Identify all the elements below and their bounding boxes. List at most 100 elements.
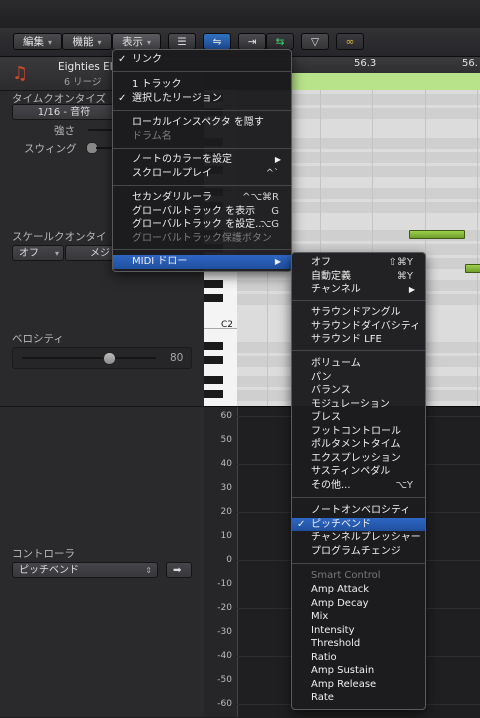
submenu-arrow-icon: ▶ [274, 155, 281, 164]
menu-item-pan[interactable]: パン [292, 371, 425, 385]
menu-shortcut: G [271, 205, 279, 217]
strength-slider[interactable] [88, 129, 112, 131]
region-name: Eighties El [58, 61, 113, 73]
menu-item-surround-lfe[interactable]: サラウンド LFE [292, 333, 425, 347]
menu-item-global-track-settings[interactable]: グローバルトラック を設定... ⌥G [113, 218, 291, 232]
menu-item-label: グローバルトラック を表示 [132, 205, 256, 217]
menu-item-volume[interactable]: ボリューム [292, 357, 425, 371]
menu-item-threshold[interactable]: Threshold [292, 637, 425, 651]
edit-menu-button[interactable]: 編集 ▾ [13, 33, 62, 50]
menu-item-breath[interactable]: ブレス [292, 411, 425, 425]
menu-item-midi-draw[interactable]: MIDI ドロー ▶ [113, 255, 291, 269]
black-key[interactable] [204, 376, 223, 384]
menu-item-label: ポルタメントタイム [311, 439, 401, 450]
axis-label: -10 [217, 579, 232, 589]
menu-item-pitch-bend[interactable]: ✓ ピッチベンド [292, 517, 425, 531]
menu-item-label: ボリューム [311, 358, 361, 369]
menu-item-label: Amp Sustain [311, 665, 375, 676]
menu-item-expression[interactable]: エクスプレッション [292, 452, 425, 466]
catch-button[interactable]: ⇋ [203, 33, 231, 50]
menu-item-channel[interactable]: チャンネル ▶ [292, 283, 425, 297]
menu-item-global-protect: グローバルトラック保護ボタン [113, 232, 291, 246]
menu-item-auto-define[interactable]: 自動定義 ⌘Y [292, 270, 425, 284]
menu-item-show-global-tracks[interactable]: グローバルトラック を表示 G [113, 205, 291, 219]
octave-label: C2 [221, 320, 234, 330]
menu-item-selected-region[interactable]: ✓ 選択したリージョン [113, 92, 291, 106]
axis-label: 30 [220, 483, 232, 493]
menu-item-surround-diversity[interactable]: サラウンドダイバシティ [292, 320, 425, 334]
menu-item-label: ピッチベンド [311, 518, 371, 530]
black-key[interactable] [204, 356, 223, 364]
menu-item-mix[interactable]: Mix [292, 610, 425, 624]
black-key[interactable] [204, 280, 223, 288]
midi-in-icon: ⇥ [247, 36, 257, 48]
menu-item-secondary-ruler[interactable]: セカンダリルーラ ^⌥⌘R [113, 191, 291, 205]
menu-item-program-change[interactable]: プログラムチェンジ [292, 545, 425, 559]
menu-item-label: チャンネル [311, 284, 361, 295]
list-icon: ☰ [177, 36, 187, 48]
menu-item-local-inspector[interactable]: ローカルインスペクタ を隠す [113, 116, 291, 130]
ruler-bar-label: 56. [462, 58, 478, 69]
menu-item-sustain[interactable]: サスティンペダル [292, 465, 425, 479]
menu-item-amp-attack[interactable]: Amp Attack [292, 583, 425, 597]
menu-item-off[interactable]: オフ ⇧⌘Y [292, 256, 425, 270]
menu-item-label: ローカルインスペクタ を隠す [132, 117, 264, 128]
link-button[interactable]: ∞ [336, 33, 364, 50]
menu-item-drum-name: ドラム名 [113, 130, 291, 144]
menu-item-label: エクスプレッション [311, 452, 401, 464]
menu-item-rate[interactable]: Rate [292, 691, 425, 705]
functions-menu-label: 機能 [72, 36, 94, 48]
controller-mode-button[interactable]: ➡ [166, 562, 192, 578]
menu-item-link[interactable]: ✓ リンク [113, 53, 291, 67]
menu-item-amp-release[interactable]: Amp Release [292, 678, 425, 692]
menu-item-label: Mix [311, 611, 329, 622]
midi-out-button[interactable]: ⇆ [266, 33, 294, 50]
menu-separator [113, 185, 291, 186]
swing-slider[interactable] [96, 147, 112, 149]
menu-item-note-color[interactable]: ノートのカラーを設定 ▶ [113, 153, 291, 167]
menu-item-amp-sustain[interactable]: Amp Sustain [292, 664, 425, 678]
velocity-slider-knob[interactable] [103, 352, 116, 365]
menu-item-surround-angle[interactable]: サラウンドアングル [292, 306, 425, 320]
black-key[interactable] [204, 294, 223, 302]
menu-item-amp-decay[interactable]: Amp Decay [292, 597, 425, 611]
menu-item-label: サスティンペダル [311, 466, 391, 477]
controller-value: ピッチベンド [19, 565, 79, 576]
menu-item-channel-pressure[interactable]: チャンネルプレッシャー [292, 531, 425, 545]
filter-button[interactable]: ▽ [301, 33, 329, 50]
menu-item-other[interactable]: その他... ⌥Y [292, 479, 425, 493]
midi-in-button[interactable]: ⇥ [238, 33, 266, 50]
black-key[interactable] [204, 342, 223, 350]
menu-item-ratio[interactable]: Ratio [292, 651, 425, 665]
grid-line [477, 90, 478, 406]
menu-item-portamento[interactable]: ポルタメントタイム [292, 438, 425, 452]
midi-note[interactable] [409, 230, 465, 239]
controller-axis: 60 50 40 30 20 10 0 -10 -20 -30 -40 -50 … [204, 407, 238, 717]
menu-item-modulation[interactable]: モジュレーション [292, 398, 425, 412]
functions-menu-button[interactable]: 機能 ▾ [62, 33, 112, 50]
menu-shortcut: ⌘Y [396, 270, 413, 282]
scale-root-select[interactable]: オフ ▾ [12, 245, 64, 261]
menu-item-note-on-velocity[interactable]: ノートオンベロシティ [292, 504, 425, 518]
menu-item-intensity[interactable]: Intensity [292, 624, 425, 638]
black-key[interactable] [204, 390, 223, 398]
menu-item-balance[interactable]: バランス [292, 384, 425, 398]
menu-item-label: Rate [311, 692, 334, 703]
midi-note[interactable] [465, 264, 480, 273]
chevron-updown-icon: ⇕ [145, 566, 152, 575]
controller-select[interactable]: ピッチベンド ⇕ [12, 562, 158, 578]
menu-item-label: ノートオンベロシティ [311, 505, 411, 516]
velocity-label: ベロシティ [12, 333, 64, 345]
menu-item-scroll-play[interactable]: スクロールプレイ ^` [113, 167, 291, 181]
view-menu-button[interactable]: 表示 ▾ [112, 33, 161, 50]
scale-type-select[interactable]: メジ [65, 245, 115, 261]
velocity-slider[interactable] [22, 357, 156, 359]
menu-item-one-track[interactable]: 1 トラック [113, 78, 291, 92]
menu-item-label: ドラム名 [132, 130, 172, 142]
menu-item-foot-control[interactable]: フットコントロール [292, 425, 425, 439]
list-view-button[interactable]: ☰ [168, 33, 196, 50]
quantize-select[interactable]: 1/16 - 音符 [12, 104, 116, 120]
cycle-area[interactable] [290, 73, 480, 90]
menu-item-label: Threshold [311, 638, 361, 649]
menu-shortcut: ⌥Y [395, 479, 413, 491]
